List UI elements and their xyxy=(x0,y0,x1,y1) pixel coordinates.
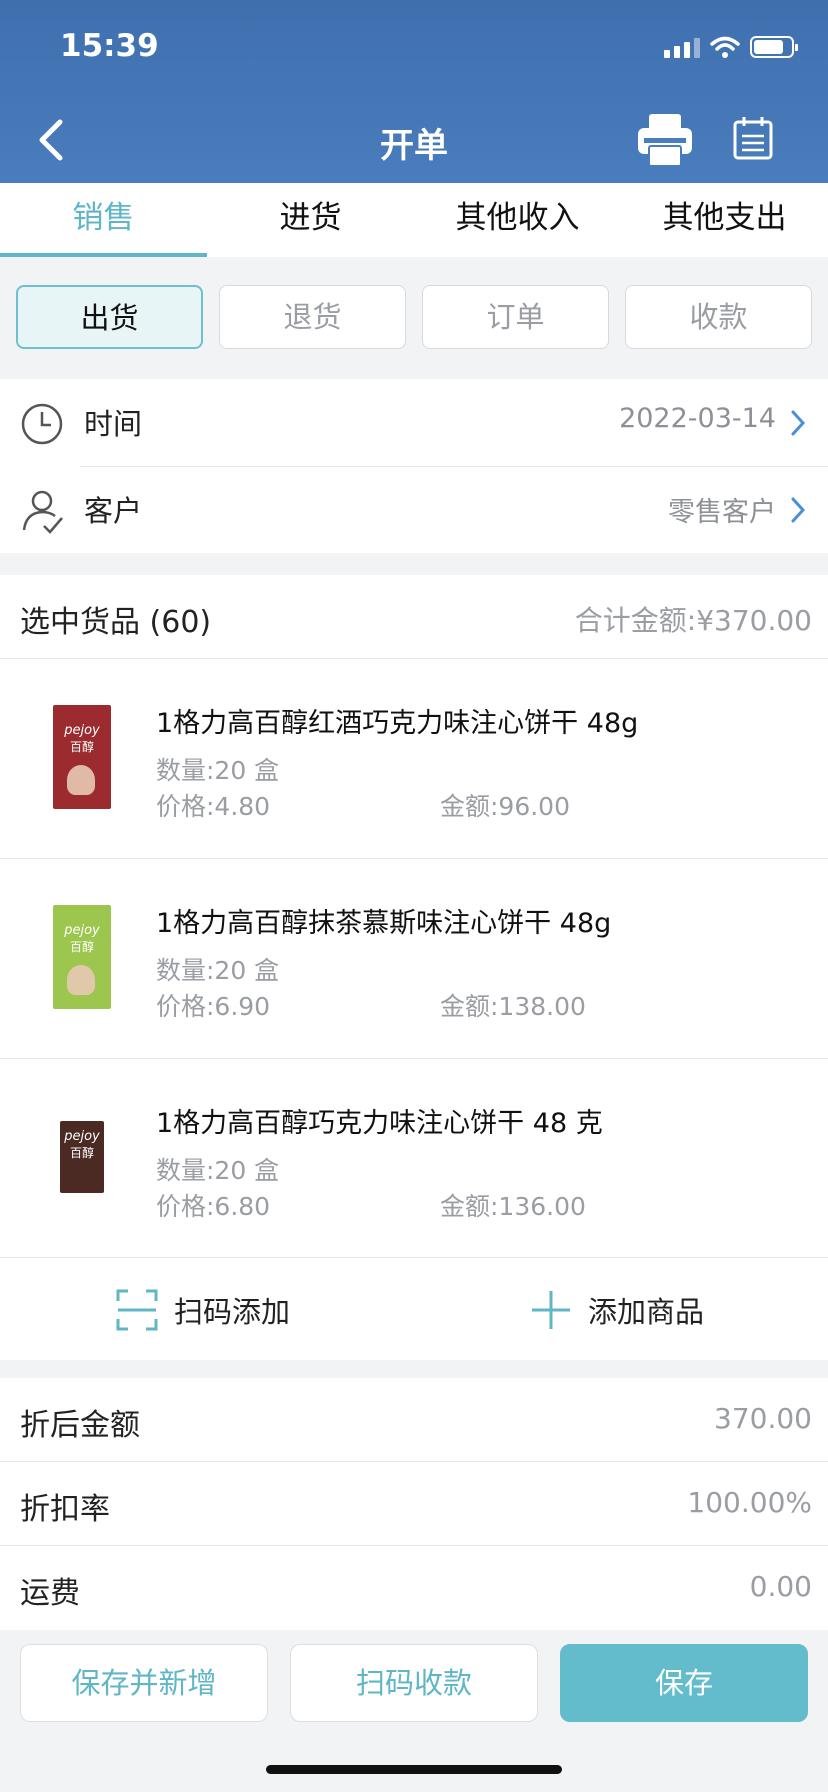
shipping-fee-label: 运费 xyxy=(20,1576,80,1611)
footer-actions: 保存并新增 扫码收款 保存 xyxy=(0,1630,828,1792)
add-product-button[interactable]: 添加商品 xyxy=(530,1258,704,1361)
page-title: 开单 xyxy=(380,126,448,166)
sub-tabs: 出货 退货 订单 收款 xyxy=(0,257,828,379)
product-amount: 金额:136.00 xyxy=(440,1192,586,1221)
discounted-amount-row[interactable]: 折后金额 370.00 xyxy=(0,1378,828,1462)
product-image: pejoy 百醇 xyxy=(22,1097,142,1217)
product-image: pejoy 百醇 xyxy=(22,697,142,817)
subtab-receipt[interactable]: 收款 xyxy=(625,285,812,349)
cellular-signal-icon xyxy=(664,36,700,58)
shipping-fee-value: 0.00 xyxy=(749,1570,812,1603)
time-label: 时间 xyxy=(84,407,143,441)
goods-item[interactable]: pejoy 百醇 1格力高百醇红酒巧克力味注心饼干 48g 数量:20 盒 价格… xyxy=(0,659,828,859)
shipping-fee-row[interactable]: 运费 0.00 xyxy=(0,1546,828,1630)
customer-label: 客户 xyxy=(84,494,143,528)
goods-total: 合计金额:¥370.00 xyxy=(574,604,812,637)
scan-add-label: 扫码添加 xyxy=(174,1294,291,1329)
tab-purchase[interactable]: 进货 xyxy=(207,183,414,257)
app-header: 15:39 开单 xyxy=(0,0,828,183)
save-and-new-button[interactable]: 保存并新增 xyxy=(20,1644,268,1722)
wifi-icon xyxy=(710,36,740,58)
product-price: 价格:6.80 xyxy=(156,1192,271,1221)
tab-other-expense[interactable]: 其他支出 xyxy=(621,183,828,257)
goods-header: 选中货品 (60) 合计金额:¥370.00 xyxy=(0,575,828,659)
goods-item[interactable]: pejoy 百醇 1格力高百醇抹茶慕斯味注心饼干 48g 数量:20 盒 价格:… xyxy=(0,859,828,1059)
status-icons xyxy=(664,36,798,58)
discount-rate-row[interactable]: 折扣率 100.00% xyxy=(0,1462,828,1546)
chevron-right-icon xyxy=(791,497,806,523)
scan-icon xyxy=(116,1289,158,1330)
goods-actions: 扫码添加 添加商品 xyxy=(0,1257,828,1360)
product-qty: 数量:20 盒 xyxy=(156,956,280,985)
product-qty: 数量:20 盒 xyxy=(156,1156,280,1185)
product-box: pejoy 百醇 xyxy=(53,905,111,1009)
home-indicator[interactable] xyxy=(266,1765,562,1774)
order-info: 时间 2022-03-14 客户 零售客户 xyxy=(0,379,828,553)
product-box: pejoy 百醇 xyxy=(53,705,111,809)
product-name: 1格力高百醇抹茶慕斯味注心饼干 48g xyxy=(156,908,612,939)
goods-count: 选中货品 (60) xyxy=(20,605,212,640)
time-row[interactable]: 时间 2022-03-14 xyxy=(0,379,828,467)
scan-pay-button[interactable]: 扫码收款 xyxy=(290,1644,538,1722)
subtab-return[interactable]: 退货 xyxy=(219,285,406,349)
discount-rate-label: 折扣率 xyxy=(20,1492,110,1527)
goods-item[interactable]: pejoy 百醇 1格力高百醇巧克力味注心饼干 48 克 数量:20 盒 价格:… xyxy=(0,1059,828,1259)
product-price: 价格:6.90 xyxy=(156,992,271,1021)
scan-add-button[interactable]: 扫码添加 xyxy=(116,1258,290,1361)
printer-icon[interactable] xyxy=(636,112,694,168)
customer-value: 零售客户 xyxy=(668,497,776,528)
clipboard-icon[interactable] xyxy=(732,116,774,160)
user-check-icon xyxy=(22,490,63,534)
product-image: pejoy 百醇 xyxy=(22,897,142,1017)
discounted-amount-label: 折后金额 xyxy=(20,1408,140,1443)
battery-icon xyxy=(750,36,798,58)
save-button[interactable]: 保存 xyxy=(560,1644,808,1722)
plus-icon xyxy=(532,1290,570,1329)
discount-rate-value: 100.00% xyxy=(687,1486,812,1519)
tab-other-income[interactable]: 其他收入 xyxy=(414,183,621,257)
product-name: 1格力高百醇巧克力味注心饼干 48 克 xyxy=(156,1108,603,1139)
chevron-right-icon xyxy=(791,410,806,436)
add-product-label: 添加商品 xyxy=(588,1294,705,1329)
product-qty: 数量:20 盒 xyxy=(156,756,280,785)
totals: 折后金额 370.00 折扣率 100.00% 运费 0.00 xyxy=(0,1378,828,1630)
product-price: 价格:4.80 xyxy=(156,792,271,821)
main-tabs: 销售 进货 其他收入 其他支出 xyxy=(0,183,828,257)
tab-sales[interactable]: 销售 xyxy=(0,183,207,257)
customer-row[interactable]: 客户 零售客户 xyxy=(0,466,828,553)
clock-icon xyxy=(21,403,63,445)
product-name: 1格力高百醇红酒巧克力味注心饼干 48g xyxy=(156,708,639,739)
discounted-amount-value: 370.00 xyxy=(714,1402,812,1435)
subtab-ship[interactable]: 出货 xyxy=(16,285,203,349)
product-amount: 金额:138.00 xyxy=(440,992,586,1021)
product-amount: 金额:96.00 xyxy=(440,792,570,821)
status-time: 15:39 xyxy=(60,28,159,64)
time-value: 2022-03-14 xyxy=(619,403,776,434)
selected-goods: 选中货品 (60) 合计金额:¥370.00 pejoy 百醇 1格力高百醇红酒… xyxy=(0,575,828,1360)
subtab-order[interactable]: 订单 xyxy=(422,285,609,349)
product-box: pejoy 百醇 xyxy=(60,1121,104,1193)
